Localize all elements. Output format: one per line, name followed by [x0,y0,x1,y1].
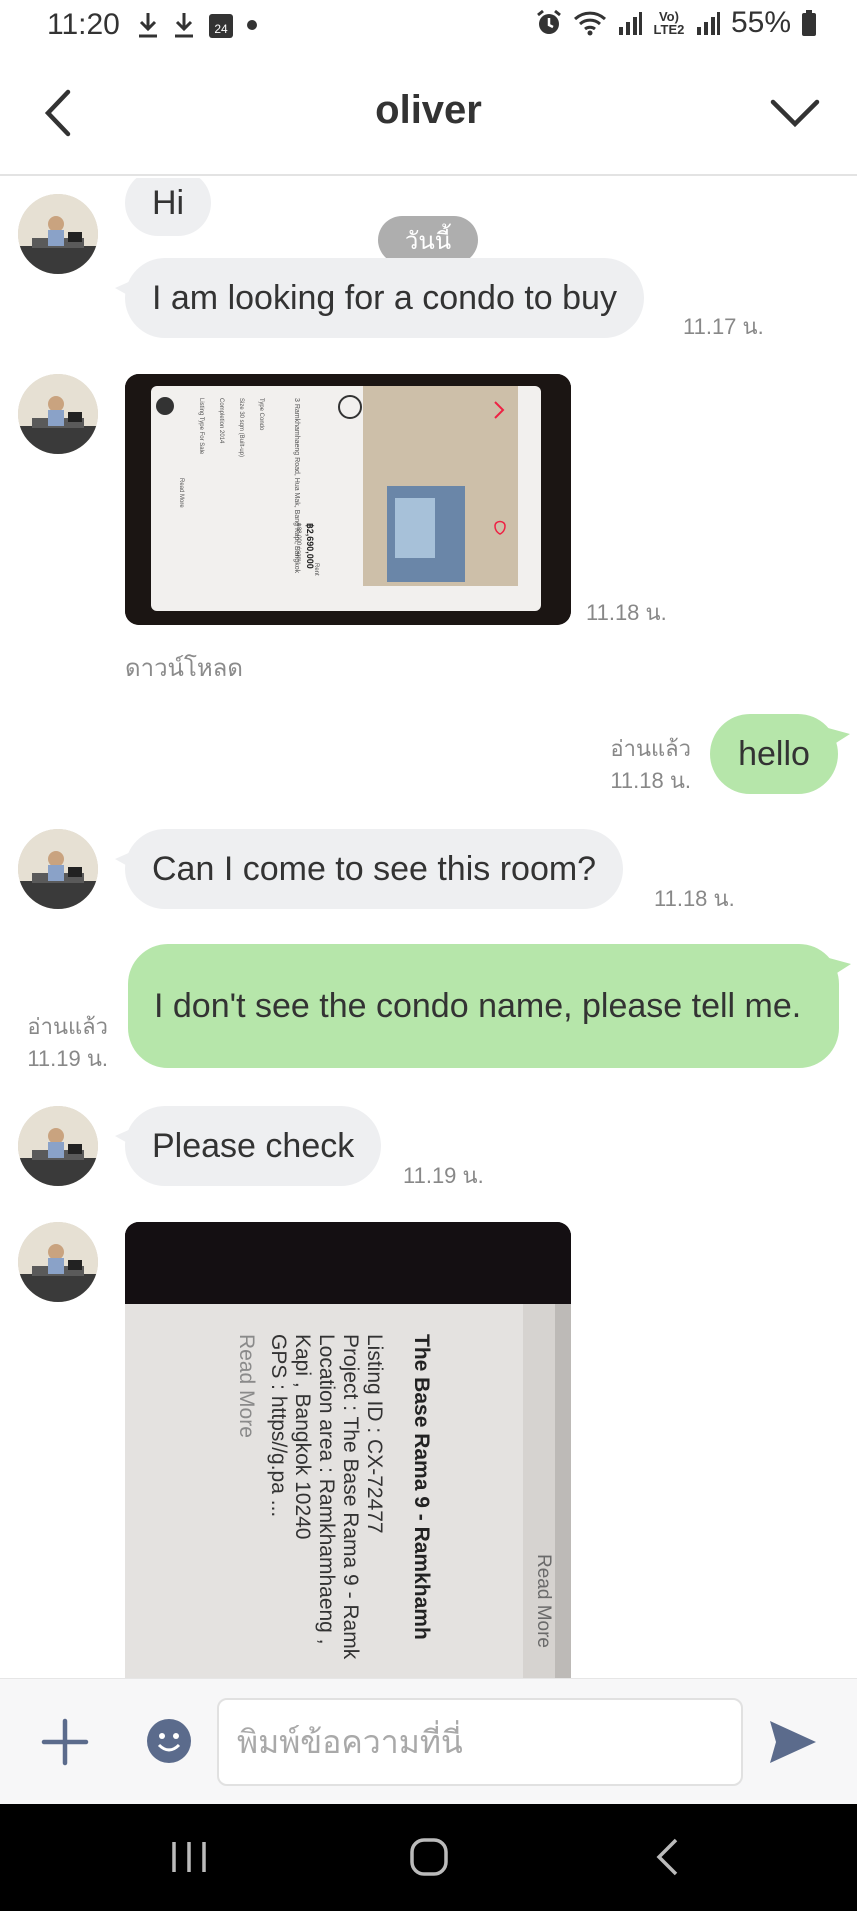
alarm-icon [537,9,561,34]
system-nav-bar [0,1804,857,1911]
message-composer: พิมพ์ข้อความที่นี่ [0,1678,857,1804]
message-list[interactable]: Hi วันนี้ I am looking for a condo to bu… [0,178,857,1678]
photo-row: Listing Type For Sale [198,398,204,455]
home-icon[interactable] [404,1832,454,1882]
photo-row: Completion 2014 [218,398,224,444]
listing-district: Kapi , Bangkok 10240 [291,1334,314,1540]
download-icon [139,13,157,38]
chevron-down-icon[interactable] [769,92,821,136]
listing-gps: GPS : https//g.pa ... [267,1334,290,1517]
message-text: I am looking for a condo to buy [152,278,617,317]
listing-read-more: Read More [235,1334,258,1438]
message-bubble[interactable]: hello [710,714,850,794]
volte-icon: Vo) LTE2 [653,10,685,36]
message-time: 11.19 น. [27,1046,108,1071]
listing-title: The Base Rama 9 - Ramkhamh [410,1334,433,1640]
signal-icon [696,12,720,35]
smiley-icon[interactable] [145,1717,193,1765]
message-bubble[interactable]: Hi [125,178,212,236]
message-text: Hi [152,183,185,222]
chat-screen: 11:20 24 Vo) LTE2 55% oliver Hi วันนี้ I… [0,0,857,1911]
image-message[interactable]: 3 Ramkhamhaeng Road, Hua Mak, Bang Kapi,… [125,374,571,625]
avatar[interactable] [18,374,98,454]
avatar[interactable] [18,194,98,274]
signal-icon [618,12,642,35]
photo-read-more: Read More [178,478,184,508]
network-label: Vo) LTE2 [653,9,685,37]
status-bar: 11:20 24 Vo) LTE2 55% [0,0,857,52]
message-input[interactable]: พิมพ์ข้อความที่นี่ [217,1698,743,1786]
battery-percent: 55% [730,6,791,39]
message-time: 11.19 น. [403,1163,484,1188]
photo-price: ฿2,690,000 [305,523,315,569]
plus-icon[interactable] [40,1717,90,1767]
wifi-icon [573,11,606,36]
calendar-icon: 24 [209,14,233,38]
photo-row: Size 30 sqm (Built-up) [238,398,244,457]
avatar[interactable] [18,1106,98,1186]
message-text: I don't see the condo name, please tell … [154,986,802,1025]
recent-apps-icon[interactable] [164,1832,214,1882]
message-bubble[interactable]: Can I come to see this room? [114,829,624,909]
read-status: อ่านแล้ว [27,1014,108,1039]
date-chip: วันนี้ [378,216,478,264]
contact-name[interactable]: oliver [0,88,857,133]
message-bubble[interactable]: Please check [114,1106,382,1186]
listing-project: Project : The Base Rama 9 - Ramk [339,1334,362,1660]
send-icon[interactable] [768,1719,818,1765]
photo-row: Type Condo [258,398,264,431]
chat-header: oliver [0,52,857,176]
read-status: อ่านแล้ว [610,736,691,761]
message-bubble[interactable]: I don't see the condo name, please tell … [128,944,851,1068]
message-text: hello [738,734,810,773]
notification-icons: 24 [136,10,258,40]
listing-read-more-side: Read More [533,1554,554,1648]
message-time: 11.18 น. [610,768,691,793]
download-icon [175,13,193,38]
clock: 11:20 [47,8,120,41]
message-text: Please check [152,1126,355,1165]
photo-price-sub: ฿88,000 / sqm [295,523,302,562]
listing-id: Listing ID : CX-72477 [363,1334,386,1534]
message-time: 11.17 น. [683,314,764,339]
listing-location: Location area : Ramkhamhaeng , [315,1334,338,1645]
avatar[interactable] [18,829,98,909]
dot-icon [247,20,257,30]
message-bubble[interactable]: I am looking for a condo to buy [115,258,644,338]
calendar-day: 24 [214,22,228,36]
download-link[interactable]: ดาวน์โหลด [125,648,243,687]
battery-icon [802,10,816,36]
message-time: 11.18 น. [654,886,735,911]
avatar[interactable] [18,1222,98,1302]
message-text: Can I come to see this room? [152,849,597,888]
image-message[interactable]: The Base Rama 9 - Ramkhamh Listing ID : … [125,1222,571,1678]
message-time: 11.18 น. [586,600,667,625]
system-icons: Vo) LTE2 55% [535,6,817,40]
photo-rent-label: Rent [313,563,319,576]
back-icon[interactable] [644,1832,694,1882]
